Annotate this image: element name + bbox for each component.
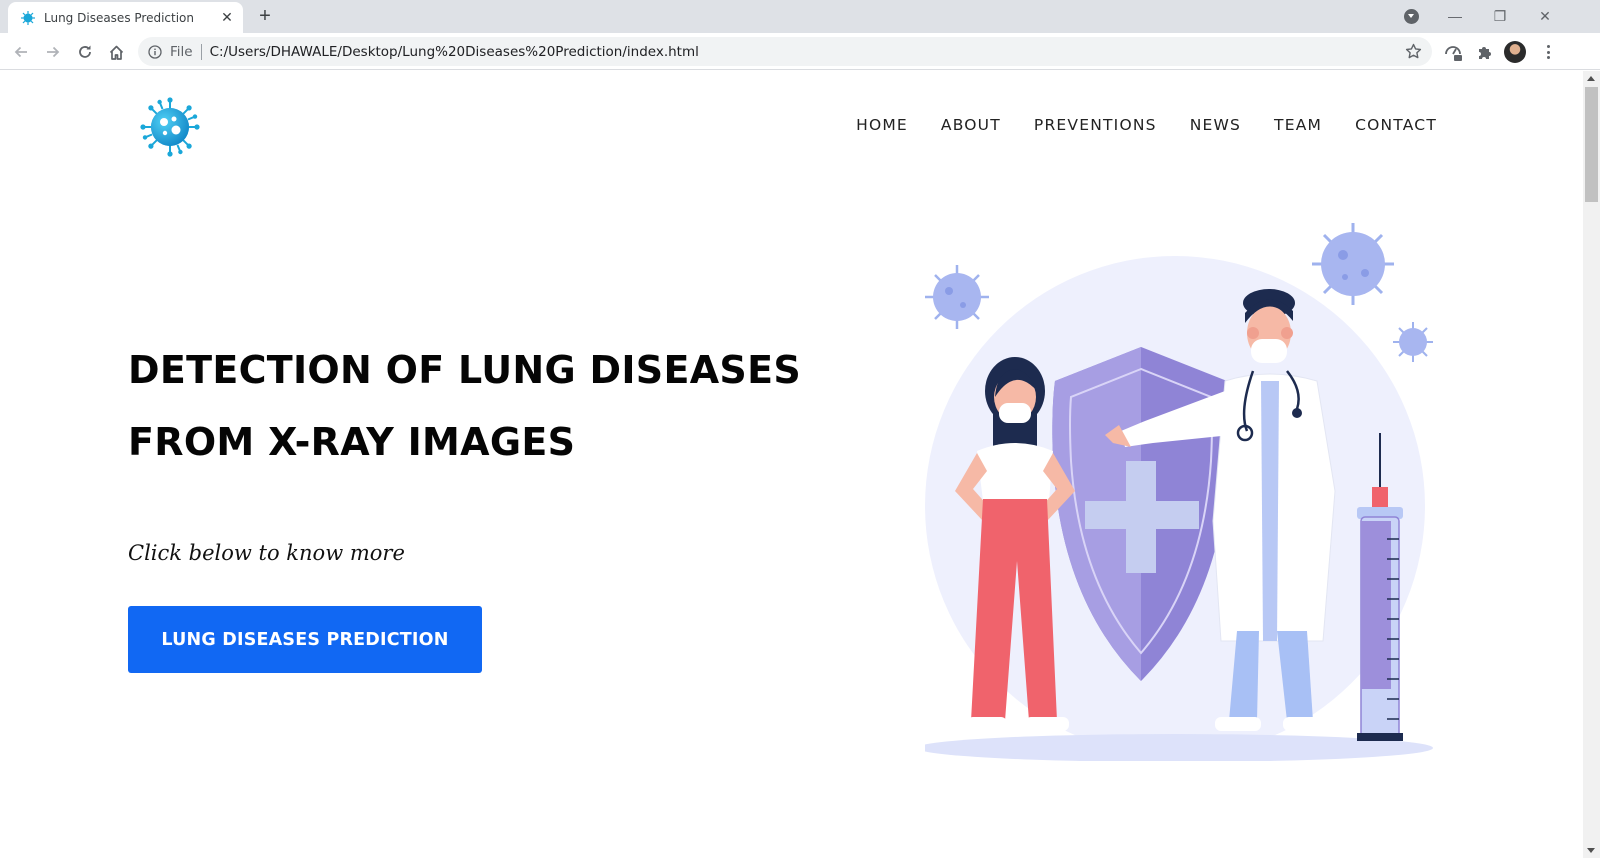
page-scrollbar[interactable] — [1583, 71, 1600, 858]
restore-icon[interactable]: ❐ — [1490, 6, 1510, 26]
virus-favicon-icon — [21, 10, 35, 25]
tab-strip: Lung Diseases Prediction ✕ + — ❐ ✕ — [0, 0, 1600, 33]
new-tab-button[interactable]: + — [255, 6, 275, 26]
nav-contact[interactable]: CONTACT — [1355, 116, 1437, 134]
virus-icon — [1393, 322, 1433, 362]
nav-preventions[interactable]: PREVENTIONS — [1034, 116, 1157, 134]
browser-toolbar: File C:/Users/DHAWALE/Desktop/Lung%20Dis… — [0, 33, 1600, 70]
hero-title-line2: FROM X-RAY IMAGES — [128, 420, 576, 464]
reload-button[interactable] — [74, 41, 96, 63]
main-nav: HOME ABOUT PREVENTIONS NEWS TEAM CONTACT — [856, 116, 1437, 134]
virus-icon — [925, 265, 989, 329]
hero-subtitle: Click below to know more — [128, 541, 405, 565]
home-button[interactable] — [105, 41, 127, 63]
address-bar[interactable]: File C:/Users/DHAWALE/Desktop/Lung%20Dis… — [138, 37, 1432, 66]
scroll-thumb[interactable] — [1585, 87, 1598, 202]
doctor-patient-illustration — [925, 223, 1433, 761]
scroll-up-arrow-icon[interactable] — [1587, 76, 1595, 81]
minimize-icon[interactable]: — — [1445, 6, 1465, 26]
tab-title: Lung Diseases Prediction — [44, 10, 194, 25]
star-icon[interactable] — [1405, 43, 1422, 60]
extensions-button[interactable] — [1473, 41, 1495, 63]
speedometer-icon — [1445, 46, 1462, 61]
reload-icon — [79, 45, 91, 58]
hero-title: DETECTION OF LUNG DISEASES FROM X-RAY IM… — [128, 334, 848, 478]
tab-search-icon[interactable] — [1404, 9, 1419, 24]
virus-logo-icon[interactable] — [140, 97, 200, 157]
performance-extension-button[interactable] — [1442, 41, 1464, 63]
extension-icon — [1478, 46, 1491, 59]
web-page: HOME ABOUT PREVENTIONS NEWS TEAM CONTACT… — [0, 71, 1583, 858]
menu-icon[interactable] — [1540, 41, 1556, 63]
nav-home[interactable]: HOME — [856, 116, 908, 134]
hero-title-line1: DETECTION OF LUNG DISEASES — [128, 348, 802, 392]
nav-team[interactable]: TEAM — [1274, 116, 1322, 134]
url-text[interactable]: C:/Users/DHAWALE/Desktop/Lung%20Diseases… — [210, 44, 699, 60]
nav-news[interactable]: NEWS — [1190, 116, 1241, 134]
home-icon — [109, 45, 123, 60]
virus-icon — [1312, 223, 1394, 305]
url-scheme: File — [170, 43, 193, 60]
forward-button[interactable] — [42, 41, 64, 63]
forward-arrow-icon — [47, 46, 60, 58]
info-icon[interactable] — [148, 44, 162, 59]
url-separator — [200, 43, 202, 60]
back-arrow-icon — [14, 46, 27, 58]
tab-close-icon[interactable]: ✕ — [219, 9, 235, 26]
browser-tab[interactable]: Lung Diseases Prediction ✕ — [8, 2, 243, 33]
lung-diseases-prediction-button[interactable]: LUNG DISEASES PREDICTION — [128, 606, 482, 673]
close-window-icon[interactable]: ✕ — [1535, 6, 1555, 26]
scroll-down-arrow-icon[interactable] — [1587, 848, 1595, 853]
avatar[interactable] — [1504, 41, 1526, 63]
back-button[interactable] — [10, 41, 32, 63]
nav-about[interactable]: ABOUT — [941, 116, 1001, 134]
